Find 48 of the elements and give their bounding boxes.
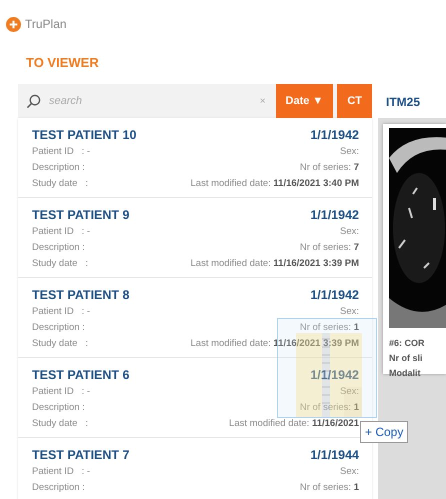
field-label: Patient ID : -	[32, 385, 90, 399]
search-icon	[26, 94, 41, 108]
study-card[interactable]: #6: COR Nr of sli Modalit	[383, 124, 446, 374]
caption-text: #6: COR	[389, 337, 426, 350]
birth-date: 1/1/1944	[310, 447, 359, 464]
field-label: Description :	[32, 321, 85, 335]
field-label: Patient ID : -	[32, 225, 90, 239]
patient-card[interactable]: TEST PATIENT 7 1/1/1944 Patient ID : - Sex: Description : Nr of series: 1	[18, 438, 372, 499]
field-value: Nr of series: 7	[300, 241, 359, 255]
field-value: Nr of series: 1	[300, 401, 359, 415]
birth-date: 1/1/1942	[310, 367, 359, 384]
field-value: Nr of series: 1	[300, 481, 359, 495]
field-value: Nr of series: 1	[300, 321, 359, 335]
patient-name: TEST PATIENT 10	[32, 127, 136, 144]
field-value: Last modified date: 11/16/2021 3:39 PM	[190, 257, 359, 271]
field-label: Description :	[32, 161, 85, 175]
field-value: Nr of series: 7	[300, 161, 359, 175]
field-value: Sex:	[340, 465, 359, 479]
field-label: Description :	[32, 481, 85, 495]
field-value: Sex:	[340, 225, 359, 239]
field-label: Description :	[32, 401, 85, 415]
field-value: Last modified date: 11/16/2021	[229, 417, 359, 431]
patient-name: TEST PATIENT 9	[32, 207, 130, 224]
field-label: Description :	[32, 241, 85, 255]
field-label: Patient ID : -	[32, 465, 90, 479]
app-name: TruPlan	[25, 16, 67, 33]
field-value: Sex:	[340, 305, 359, 319]
birth-date: 1/1/1942	[310, 287, 359, 304]
birth-date: 1/1/1942	[310, 127, 359, 144]
patient-card[interactable]: TEST PATIENT 9 1/1/1942 Patient ID : - Sex: Description : Nr of series: 7 Study date : Last modified date: 11/16/2021 3:39 PM	[18, 198, 372, 278]
patient-card[interactable]: TEST PATIENT 10 1/1/1942 Patient ID : - Sex: Description : Nr of series: 7 Study date : Last modified date: 11/16/2021 3:40 PM	[18, 118, 372, 198]
study-title: ITM25	[378, 84, 446, 118]
field-value: Sex:	[340, 385, 359, 399]
field-label: Study date :	[32, 177, 88, 191]
caption-text: Nr of sli	[389, 352, 424, 365]
field-value: Last modified date: 11/16/2021 3:40 PM	[190, 177, 359, 191]
copy-tooltip: + Copy	[360, 421, 408, 443]
logo-icon	[6, 16, 21, 32]
patient-name: TEST PATIENT 6	[32, 367, 130, 384]
field-label: Study date :	[32, 257, 88, 271]
patient-name: TEST PATIENT 8	[32, 287, 130, 304]
field-value: Sex:	[340, 145, 359, 159]
birth-date: 1/1/1942	[310, 207, 359, 224]
field-label: Patient ID : -	[32, 305, 90, 319]
field-label: Study date :	[32, 337, 88, 351]
patient-name: TEST PATIENT 7	[32, 447, 130, 464]
field-label: Patient ID : -	[32, 145, 90, 159]
field-label: Study date :	[32, 417, 88, 431]
